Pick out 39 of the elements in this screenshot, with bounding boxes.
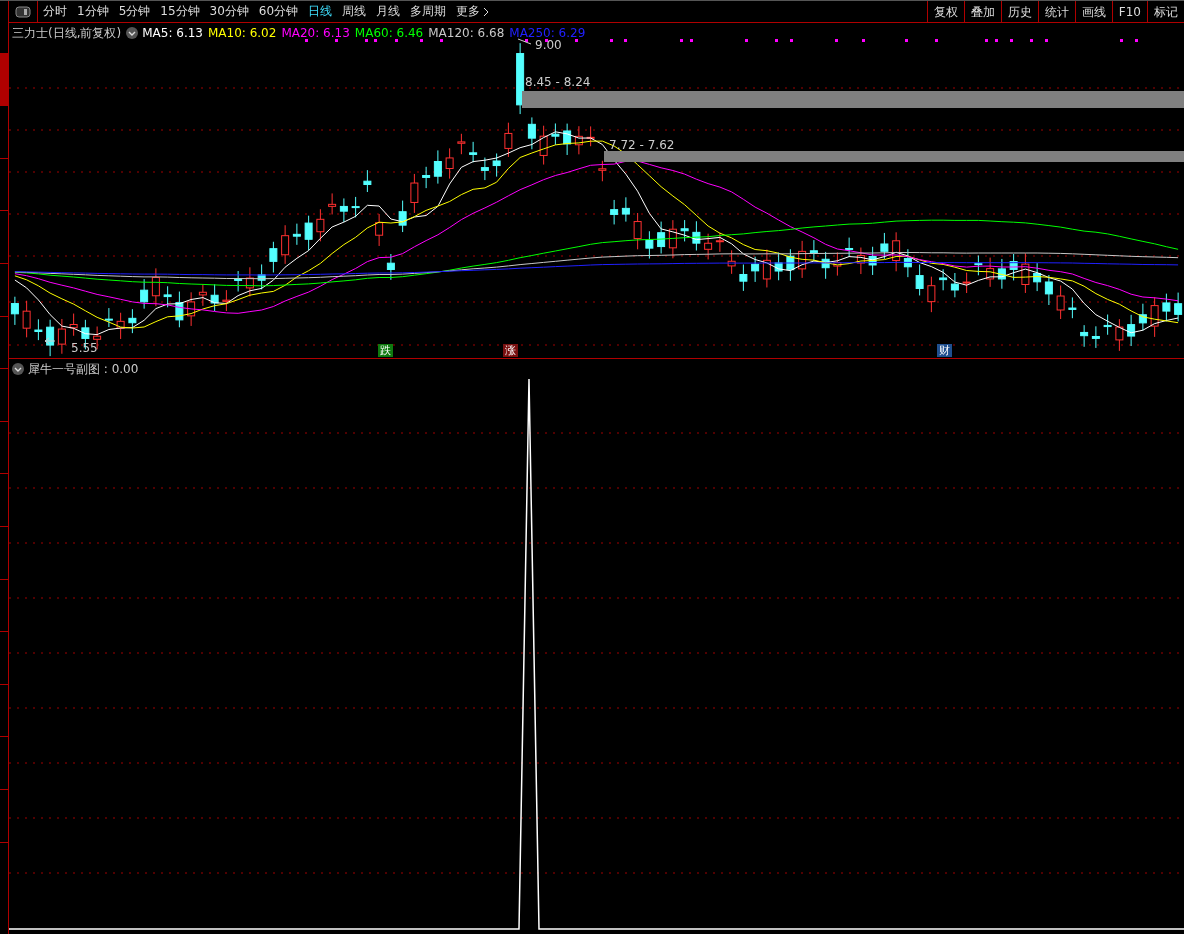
period-tab[interactable]: 日线 <box>303 1 338 22</box>
period-tab[interactable]: 周线 <box>337 1 372 22</box>
price-label: 9.00 <box>535 38 562 52</box>
dropdown-icon <box>126 27 139 39</box>
panel-icon <box>15 6 31 18</box>
period-tab[interactable]: 分时 <box>38 1 72 22</box>
indicator-value: MA250: 6.29 <box>509 26 586 40</box>
event-marker: 涨 <box>503 344 518 357</box>
chart-title: 三力士(日线,前复权) <box>12 26 122 40</box>
chevron-icon <box>483 6 490 17</box>
period-tab[interactable]: 15分钟 <box>155 1 205 22</box>
period-tab[interactable]: 5分钟 <box>113 1 156 22</box>
indicator-value: MA10: 6.02 <box>207 26 277 40</box>
period-tab[interactable]: 1分钟 <box>72 1 114 22</box>
toolbar-button[interactable]: 标记 <box>1147 1 1184 22</box>
leader-line <box>517 38 532 45</box>
toolbar-button[interactable]: 历史 <box>1000 1 1038 22</box>
toolbar-button[interactable]: 画线 <box>1074 1 1112 22</box>
indicator-value: MA5: 6.13 <box>142 26 203 40</box>
period-tab[interactable]: 60分钟 <box>253 1 304 22</box>
price-label: 7.72 - 7.62 <box>609 138 675 152</box>
indicator-value: MA60: 6.46 <box>354 26 424 40</box>
chart-title: 犀牛一号副图 : 0.00 <box>28 362 139 376</box>
toolbar-button[interactable]: 叠加 <box>963 1 1001 22</box>
toolbar-button[interactable]: F10 <box>1111 1 1147 22</box>
more-button[interactable]: 更多 <box>451 1 495 22</box>
price-label: 5.55 <box>71 341 98 355</box>
period-tab[interactable]: 多周期 <box>405 1 452 22</box>
dropdown-icon <box>12 363 24 375</box>
period-tab[interactable]: 30分钟 <box>204 1 254 22</box>
price-label: 8.45 - 8.24 <box>525 75 591 89</box>
toolbar-button[interactable]: 复权 <box>926 1 964 22</box>
period-tab[interactable]: 月线 <box>371 1 406 22</box>
toolbar-button[interactable]: 统计 <box>1037 1 1075 22</box>
event-marker: 财 <box>937 344 952 357</box>
event-marker: 跌 <box>378 344 393 357</box>
indicator-value: MA120: 6.68 <box>428 26 505 40</box>
leader-line <box>44 337 56 345</box>
indicator-value: MA20: 6.13 <box>281 26 350 40</box>
